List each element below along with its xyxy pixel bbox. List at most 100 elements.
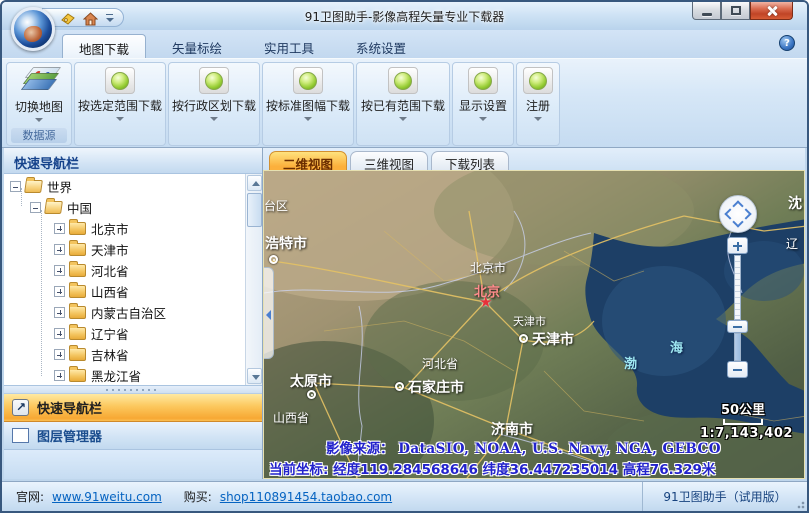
minimize-icon [702,13,712,16]
expand-icon[interactable] [54,370,65,381]
map-viewport[interactable]: 台区 浩特市 北京市 北京 天津市 天津市 河北省 太原市 山西省 石家庄市 济… [263,170,805,479]
expand-icon[interactable] [54,286,65,297]
panel-splitter[interactable] [4,386,262,394]
dropdown-arrow-icon [116,117,124,121]
sidebar-button-layer-manager[interactable]: 图层管理器 [4,422,262,450]
display-settings-button[interactable]: 显示设置 [453,67,513,121]
expand-icon[interactable] [54,349,65,360]
tree-scrollbar[interactable] [245,174,262,385]
home-icon[interactable] [83,11,98,25]
map-label-district: 台区 [264,197,288,214]
scrollbar-thumb[interactable] [247,193,262,227]
app-window: 91卫图助手-影像高程矢量专业下载器 地图下载 矢量标绘 实用工具 系统设置 切… [0,0,809,513]
folder-icon [69,264,86,277]
tree-item-beijing[interactable]: 北京市 [4,218,245,239]
download-by-selection-button[interactable]: 按选定范围下载 [75,67,165,121]
taobao-shop-link[interactable]: shop110891454.taobao.com [220,490,392,504]
app-menu-orb-icon[interactable] [11,7,55,51]
expand-icon[interactable] [54,223,65,234]
zoom-out-button[interactable] [727,361,748,378]
ribbon-tab-row: 地图下载 矢量标绘 实用工具 系统设置 [2,30,807,58]
dropdown-arrow-icon [399,117,407,121]
map-label-shanxi: 山西省 [273,409,309,426]
close-button[interactable] [750,2,793,20]
group-caption-datasource: 数据源 [11,128,67,143]
map-label-liaoning: 辽 [786,235,798,252]
tree-item-neimenggu[interactable]: 内蒙古自治区 [4,302,245,323]
register-button[interactable]: 注册 [517,67,559,121]
sidebar-button-quick-nav[interactable]: 快速导航栏 [4,394,262,422]
tree-item-jilin[interactable]: 吉林省 [4,344,245,365]
zoom-slider-handle[interactable] [727,320,748,333]
folder-icon [69,369,86,382]
scroll-down-icon[interactable] [247,368,262,384]
tab-download-list[interactable]: 下载列表 [431,151,509,170]
tree-item-heilongjiang[interactable]: 黑龙江省 [4,365,245,386]
globe-orb-icon [388,67,418,94]
tree-item-shanxi[interactable]: 山西省 [4,281,245,302]
open-folder-icon [24,180,43,193]
map-label-shenyang: 沈 [788,193,802,213]
globe-orb-icon [293,67,323,94]
map-pan-control[interactable] [719,195,757,233]
capital-star-icon [479,293,492,311]
zoom-in-button[interactable] [727,237,748,254]
city-marker [519,334,528,343]
scale-bracket [723,419,763,425]
ribbon-toolbar: 切换地图 数据源 按选定范围下载 按行政区划下载 按标准图幅下载 [2,58,807,148]
sidebar-collapse-handle[interactable] [264,267,274,359]
collapse-icon[interactable] [30,202,41,213]
map-label-shijiazhuang: 石家庄市 [408,377,464,397]
layers-grid-icon [12,428,29,443]
tree-item-liaoning[interactable]: 辽宁省 [4,323,245,344]
view-tab-bar: 二维视图 三维视图 下载列表 [263,148,805,170]
expand-icon[interactable] [54,265,65,276]
site-label: 官网: [16,488,44,505]
tree-item-tianjin[interactable]: 天津市 [4,239,245,260]
switch-map-button[interactable]: 切换地图 [7,67,71,122]
dropdown-arrow-icon [210,117,218,121]
folder-icon [69,285,86,298]
pan-down-icon[interactable] [732,216,743,227]
globe-orb-icon [523,67,553,94]
help-icon[interactable] [779,35,795,51]
expand-icon[interactable] [54,328,65,339]
globe-orb-icon [105,67,135,94]
download-by-standard-sheet-button[interactable]: 按标准图幅下载 [263,67,353,121]
scroll-up-icon[interactable] [247,175,262,191]
folder-icon [69,327,86,340]
tab-3d-view[interactable]: 三维视图 [350,151,428,170]
maximize-button[interactable] [721,2,750,20]
collapse-icon[interactable] [10,181,21,192]
dropdown-arrow-icon [35,118,43,122]
group-register: 注册 [516,62,560,146]
pan-left-icon[interactable] [724,208,735,219]
expand-icon[interactable] [54,307,65,318]
minimize-button[interactable] [692,2,721,20]
download-by-existing-range-button[interactable]: 按已有范围下载 [357,67,449,121]
zoom-slider-track-lower[interactable] [734,333,741,361]
tree-item-hebei[interactable]: 河北省 [4,260,245,281]
zoom-slider-track[interactable] [734,255,741,320]
imagery-source-line: 影像来源： DataSIO, NOAA, U.S. Navy, NGA, GEB… [326,437,721,457]
folder-icon [69,222,86,235]
official-site-link[interactable]: www.91weitu.com [52,490,162,504]
folder-icon [69,348,86,361]
open-folder-icon [44,201,63,214]
resize-grip[interactable] [795,499,805,509]
pan-right-icon[interactable] [740,208,751,219]
map-label-hebei: 河北省 [422,355,458,372]
sidebar-header: 快速导航栏 [4,148,262,174]
group-datasource: 切换地图 数据源 [6,62,72,146]
tag-icon[interactable] [61,11,76,25]
group-display-settings: 显示设置 [452,62,514,146]
qat-customize-dropdown-icon[interactable] [105,13,115,23]
tree-item-world[interactable]: 世界 [4,176,245,197]
dropdown-arrow-icon [304,117,312,121]
download-by-admin-region-button[interactable]: 按行政区划下载 [169,67,259,121]
map-layers-icon [22,67,56,95]
pan-up-icon[interactable] [732,200,743,211]
expand-icon[interactable] [54,244,65,255]
tree-item-china[interactable]: 中国 [4,197,245,218]
tab-2d-view[interactable]: 二维视图 [269,151,347,170]
